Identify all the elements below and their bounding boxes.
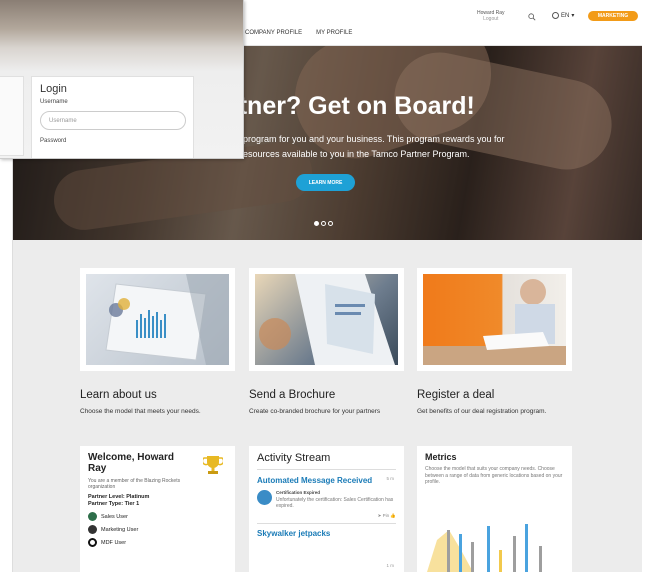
pin-label[interactable]: Pin (383, 513, 390, 518)
like-icon[interactable]: 👍 (390, 513, 396, 518)
metrics-bar (471, 542, 474, 572)
mdf-user-icon (88, 538, 97, 547)
metrics-chart-image (427, 524, 542, 572)
hero-text-line-2: esources available to you in the Tamco P… (243, 149, 470, 159)
metrics-bar (487, 526, 490, 572)
language-label: EN (561, 12, 570, 19)
tile-title-deal[interactable]: Register a deal (417, 389, 494, 401)
search-icon[interactable] (527, 13, 537, 21)
globe-icon (552, 12, 559, 19)
metrics-bar (513, 536, 516, 572)
tile-image-learn (86, 274, 229, 365)
password-label: Password (40, 138, 67, 144)
metrics-bar (499, 550, 502, 572)
nav-my-profile[interactable]: MY PROFILE (316, 30, 352, 36)
welcome-title: Welcome, Howard Ray (88, 452, 174, 474)
account-menu[interactable]: Howard Ray Logout (477, 10, 505, 22)
activity-title: Activity Stream (257, 452, 331, 464)
activity-item-title[interactable]: Skywalker jetpacks (257, 529, 396, 538)
metrics-title: Metrics (425, 452, 457, 462)
activity-actions: ➤ Pin 👍 (257, 513, 396, 519)
activity-item: Certification Expired Unfortunately the … (257, 490, 396, 509)
partner-tier-text: Partner Type: Tier 1 (88, 501, 140, 507)
carousel-dot-1[interactable] (314, 221, 319, 226)
role-label: Sales User (101, 513, 128, 520)
trophy-icon (203, 456, 223, 474)
partner-level: Partner Level: Platinum Partner Type: Ti… (88, 494, 227, 508)
tile-title-brochure[interactable]: Send a Brochure (249, 389, 335, 401)
metrics-bar (459, 534, 462, 572)
activity-time: 1 m (386, 563, 394, 568)
side-panel (0, 76, 24, 156)
language-selector[interactable]: EN ▾ (552, 12, 574, 19)
activity-message: Unfortunately the certification: Sales C… (276, 497, 394, 509)
metrics-bar (539, 546, 542, 572)
main-nav: COMPANY PROFILE MY PROFILE (245, 30, 352, 36)
tile-image-brochure (255, 274, 398, 365)
message-avatar-icon (257, 490, 272, 505)
carousel-dot-3[interactable] (328, 221, 333, 226)
metrics-bar (447, 530, 450, 572)
logout-link[interactable]: Logout (477, 16, 505, 22)
chevron-down-icon: ▾ (571, 13, 575, 19)
tile-send-brochure[interactable] (249, 268, 404, 371)
metrics-bar (525, 524, 528, 572)
divider (257, 523, 396, 524)
role-mdf: MDF User (88, 538, 227, 547)
metrics-text: Choose the model that suits your company… (425, 466, 563, 485)
activity-item-body: Certification Expired Unfortunately the … (276, 490, 396, 509)
role-sales: Sales User (88, 512, 227, 521)
nav-company-profile[interactable]: COMPANY PROFILE (245, 30, 302, 36)
member-text: You are a member of the Blazing Rockets … (88, 478, 181, 490)
deal-image (423, 279, 566, 365)
tile-register-deal[interactable] (417, 268, 572, 371)
tile-desc-brochure: Create co-branded brochure for your part… (249, 408, 381, 415)
tile-image-deal (423, 274, 566, 365)
welcome-card: Welcome, Howard Ray You are a member of … (80, 446, 235, 572)
tablet-chart-image (105, 274, 229, 365)
role-label: MDF User (101, 539, 127, 546)
carousel-dot-2[interactable] (321, 221, 326, 226)
tile-desc-learn: Choose the model that meets your needs. (80, 408, 201, 415)
login-panel: Login Username Username Password (31, 76, 194, 158)
login-title: Login (40, 83, 67, 95)
learn-more-button[interactable]: LEARN MORE (296, 174, 355, 191)
tile-desc-deal: Get benefits of our deal registration pr… (417, 408, 547, 415)
divider (257, 469, 396, 470)
hero-text-line-1: program for you and your business. This … (243, 134, 505, 144)
sales-user-icon (88, 512, 97, 521)
activity-stream-card: Activity Stream 5 m Automated Message Re… (249, 446, 404, 572)
tile-learn-about-us[interactable] (80, 268, 235, 371)
tile-title-learn[interactable]: Learn about us (80, 389, 157, 401)
role-marketing: Marketing User (88, 525, 227, 534)
hero-title: rtner? Get on Board! (229, 92, 475, 120)
login-popup-window: Login Username Username Password (0, 0, 244, 159)
activity-time: 5 m (386, 476, 394, 481)
activity-label: Certification Expired (276, 490, 321, 495)
partner-level-text: Partner Level: Platinum (88, 494, 150, 500)
activity-item-title[interactable]: Automated Message Received (257, 476, 396, 485)
carousel-dots (314, 221, 333, 226)
marketing-user-icon (88, 525, 97, 534)
username-input[interactable]: Username (40, 111, 186, 130)
brochure-image (259, 274, 395, 365)
username-label: Username (40, 99, 68, 105)
role-label: Marketing User (101, 526, 139, 533)
marketing-button[interactable]: MARKETING (588, 11, 638, 21)
pin-icon[interactable]: ➤ (378, 513, 382, 518)
metrics-card: Metrics Choose the model that suits your… (417, 446, 572, 572)
